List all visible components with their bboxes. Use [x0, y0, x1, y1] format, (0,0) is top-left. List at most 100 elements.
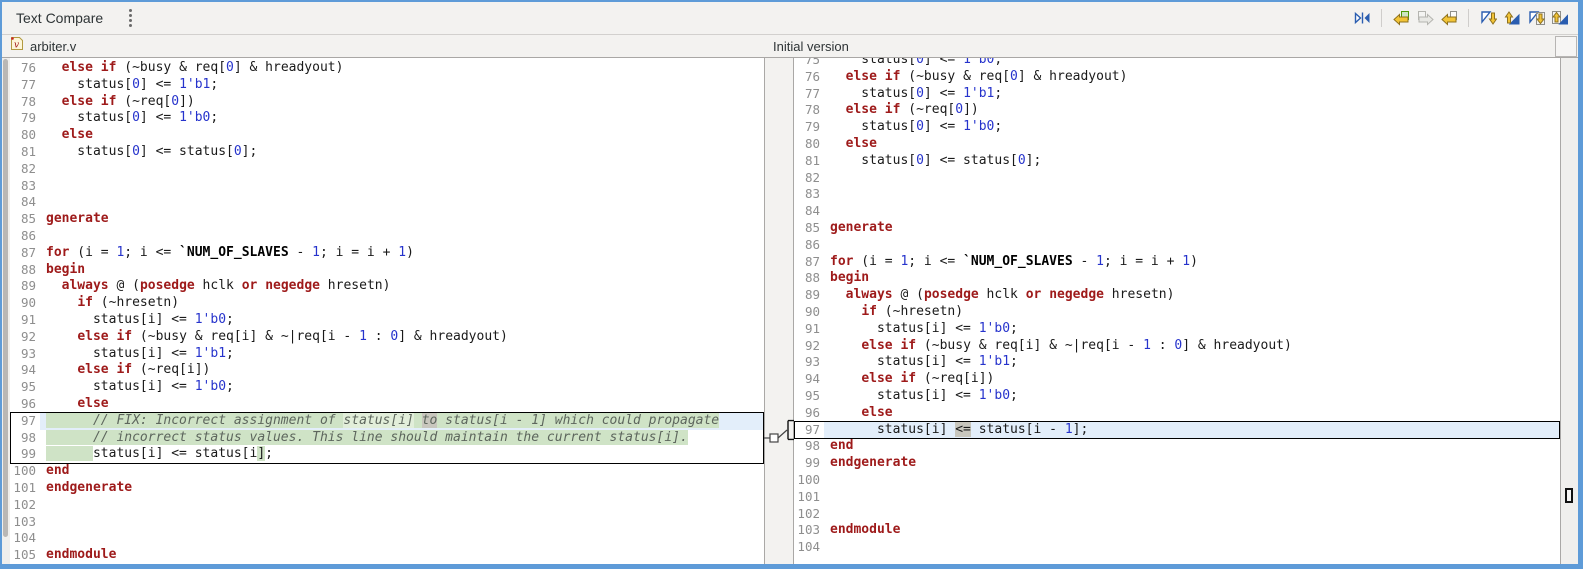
code-line[interactable]: 103: [10, 514, 764, 531]
line-content[interactable]: [40, 161, 764, 178]
line-content[interactable]: else: [40, 127, 764, 144]
line-content[interactable]: status[0] <= status[0];: [824, 153, 1560, 170]
code-line[interactable]: 76 else if (~busy & req[0] & hreadyout): [794, 69, 1560, 86]
code-line[interactable]: 86: [794, 237, 1560, 254]
line-content[interactable]: endmodule: [40, 547, 764, 564]
code-line[interactable]: 104: [10, 530, 764, 547]
line-content[interactable]: [40, 178, 764, 195]
code-line[interactable]: 104: [794, 539, 1560, 556]
line-content[interactable]: generate: [40, 211, 764, 228]
code-line[interactable]: 78 else if (~req[0]): [794, 102, 1560, 119]
code-line[interactable]: 95 status[i] <= 1'b0;: [794, 388, 1560, 405]
right-pane-title[interactable]: Initial version: [773, 39, 849, 54]
code-line[interactable]: 86: [10, 228, 764, 245]
line-content[interactable]: status[0] <= status[0];: [40, 144, 764, 161]
code-line[interactable]: 83: [794, 186, 1560, 203]
line-content[interactable]: endgenerate: [824, 455, 1560, 472]
line-content[interactable]: status[0] <= 1'b1;: [40, 77, 764, 94]
code-line[interactable]: 101: [794, 489, 1560, 506]
code-line[interactable]: 79 status[0] <= 1'b0;: [794, 119, 1560, 136]
code-line[interactable]: 103 endmodule: [794, 522, 1560, 539]
code-line[interactable]: 80 else: [794, 136, 1560, 153]
code-line[interactable]: 91 status[i] <= 1'b0;: [10, 312, 764, 329]
line-content[interactable]: status[0] <= 1'b0;: [40, 110, 764, 127]
code-line[interactable]: 90 if (~hresetn): [10, 295, 764, 312]
line-content[interactable]: status[i] <= 1'b0;: [824, 388, 1560, 405]
line-content[interactable]: if (~hresetn): [824, 304, 1560, 321]
line-content[interactable]: generate: [824, 220, 1560, 237]
code-line[interactable]: 77 status[0] <= 1'b1;: [10, 77, 764, 94]
line-content[interactable]: [40, 228, 764, 245]
line-content[interactable]: [40, 530, 764, 547]
line-content[interactable]: for (i = 1; i <= `NUM_OF_SLAVES - 1; i =…: [40, 245, 764, 262]
line-content[interactable]: begin: [824, 270, 1560, 287]
line-content[interactable]: status[i] <= 1'b1;: [40, 346, 764, 363]
code-line[interactable]: 92 else if (~busy & req[i] & ~|req[i - 1…: [10, 329, 764, 346]
code-line[interactable]: 79 status[0] <= 1'b0;: [10, 110, 764, 127]
code-line[interactable]: 78 else if (~req[0]): [10, 94, 764, 111]
line-content[interactable]: // FIX: Incorrect assignment of status[i…: [40, 412, 764, 430]
next-change-button[interactable]: [1524, 6, 1548, 30]
right-code-pane[interactable]: 75 status[0] <= 1'b0; 76 else if (~busy &…: [793, 58, 1560, 564]
code-line[interactable]: 98 // incorrect status values. This line…: [10, 429, 764, 447]
line-content[interactable]: [824, 237, 1560, 254]
code-line[interactable]: 93 status[i] <= 1'b1;: [10, 346, 764, 363]
line-content[interactable]: [824, 472, 1560, 489]
line-content[interactable]: [824, 170, 1560, 187]
code-line[interactable]: 82: [10, 161, 764, 178]
line-content[interactable]: always @ (posedge hclk or negedge hreset…: [40, 278, 764, 295]
code-line[interactable]: 88 begin: [10, 262, 764, 279]
line-content[interactable]: status[0] <= 1'b1;: [824, 86, 1560, 103]
code-line[interactable]: 87 for (i = 1; i <= `NUM_OF_SLAVES - 1; i…: [10, 245, 764, 262]
code-line[interactable]: 87 for (i = 1; i <= `NUM_OF_SLAVES - 1; i…: [794, 254, 1560, 271]
previous-difference-button[interactable]: [1500, 6, 1524, 30]
code-line[interactable]: 83: [10, 178, 764, 195]
line-content[interactable]: endmodule: [824, 522, 1560, 539]
code-line[interactable]: 97 // FIX: Incorrect assignment of statu…: [10, 412, 764, 430]
line-content[interactable]: [824, 506, 1560, 523]
line-content[interactable]: endgenerate: [40, 480, 764, 497]
line-content[interactable]: // incorrect status values. This line sh…: [40, 429, 764, 447]
line-content[interactable]: status[i] <= status[i];: [40, 446, 764, 463]
previous-change-button[interactable]: [1548, 6, 1572, 30]
line-content[interactable]: end: [824, 438, 1560, 455]
code-line[interactable]: 82: [794, 170, 1560, 187]
code-line[interactable]: 89 always @ (posedge hclk or negedge hre…: [10, 278, 764, 295]
code-line[interactable]: 85 generate: [794, 220, 1560, 237]
line-content[interactable]: else: [824, 136, 1560, 153]
line-content[interactable]: else if (~busy & req[0] & hreadyout): [824, 69, 1560, 86]
left-scrollbar-thumb[interactable]: [3, 59, 8, 537]
code-line[interactable]: 90 if (~hresetn): [794, 304, 1560, 321]
line-content[interactable]: else: [824, 405, 1560, 422]
code-line[interactable]: 102: [794, 506, 1560, 523]
left-scrollbar[interactable]: [2, 58, 10, 564]
line-content[interactable]: status[0] <= 1'b0;: [824, 119, 1560, 136]
code-line[interactable]: 96 else: [794, 405, 1560, 422]
code-line[interactable]: 105 endmodule: [10, 547, 764, 564]
copy-current-left-to-right-button[interactable]: [1413, 6, 1437, 30]
code-line[interactable]: 81 status[0] <= status[0];: [10, 144, 764, 161]
line-content[interactable]: else if (~busy & req[0] & hreadyout): [40, 60, 764, 77]
line-content[interactable]: status[i] <= 1'b0;: [40, 379, 764, 396]
code-line[interactable]: 102: [10, 497, 764, 514]
code-line[interactable]: 85 generate: [10, 211, 764, 228]
code-line[interactable]: 84: [794, 203, 1560, 220]
view-menu-icon[interactable]: [125, 6, 136, 30]
code-line[interactable]: 81 status[0] <= status[0];: [794, 153, 1560, 170]
line-content[interactable]: [40, 194, 764, 211]
line-content[interactable]: else if (~req[0]): [824, 102, 1560, 119]
code-line[interactable]: 91 status[i] <= 1'b0;: [794, 321, 1560, 338]
code-line[interactable]: 80 else: [10, 127, 764, 144]
code-line[interactable]: 99 status[i] <= status[i];: [10, 446, 764, 463]
line-content[interactable]: [40, 497, 764, 514]
copy-current-right-to-left-button[interactable]: [1437, 6, 1461, 30]
line-content[interactable]: status[i] <= status[i - 1];: [824, 421, 1560, 439]
line-content[interactable]: else if (~busy & req[i] & ~|req[i - 1 : …: [824, 338, 1560, 355]
code-line[interactable]: 98 end: [794, 438, 1560, 455]
line-content[interactable]: [824, 203, 1560, 220]
line-content[interactable]: else if (~req[i]): [40, 362, 764, 379]
code-line[interactable]: 77 status[0] <= 1'b1;: [794, 86, 1560, 103]
line-content[interactable]: status[i] <= 1'b0;: [824, 321, 1560, 338]
line-content[interactable]: status[i] <= 1'b0;: [40, 312, 764, 329]
code-line[interactable]: 95 status[i] <= 1'b0;: [10, 379, 764, 396]
